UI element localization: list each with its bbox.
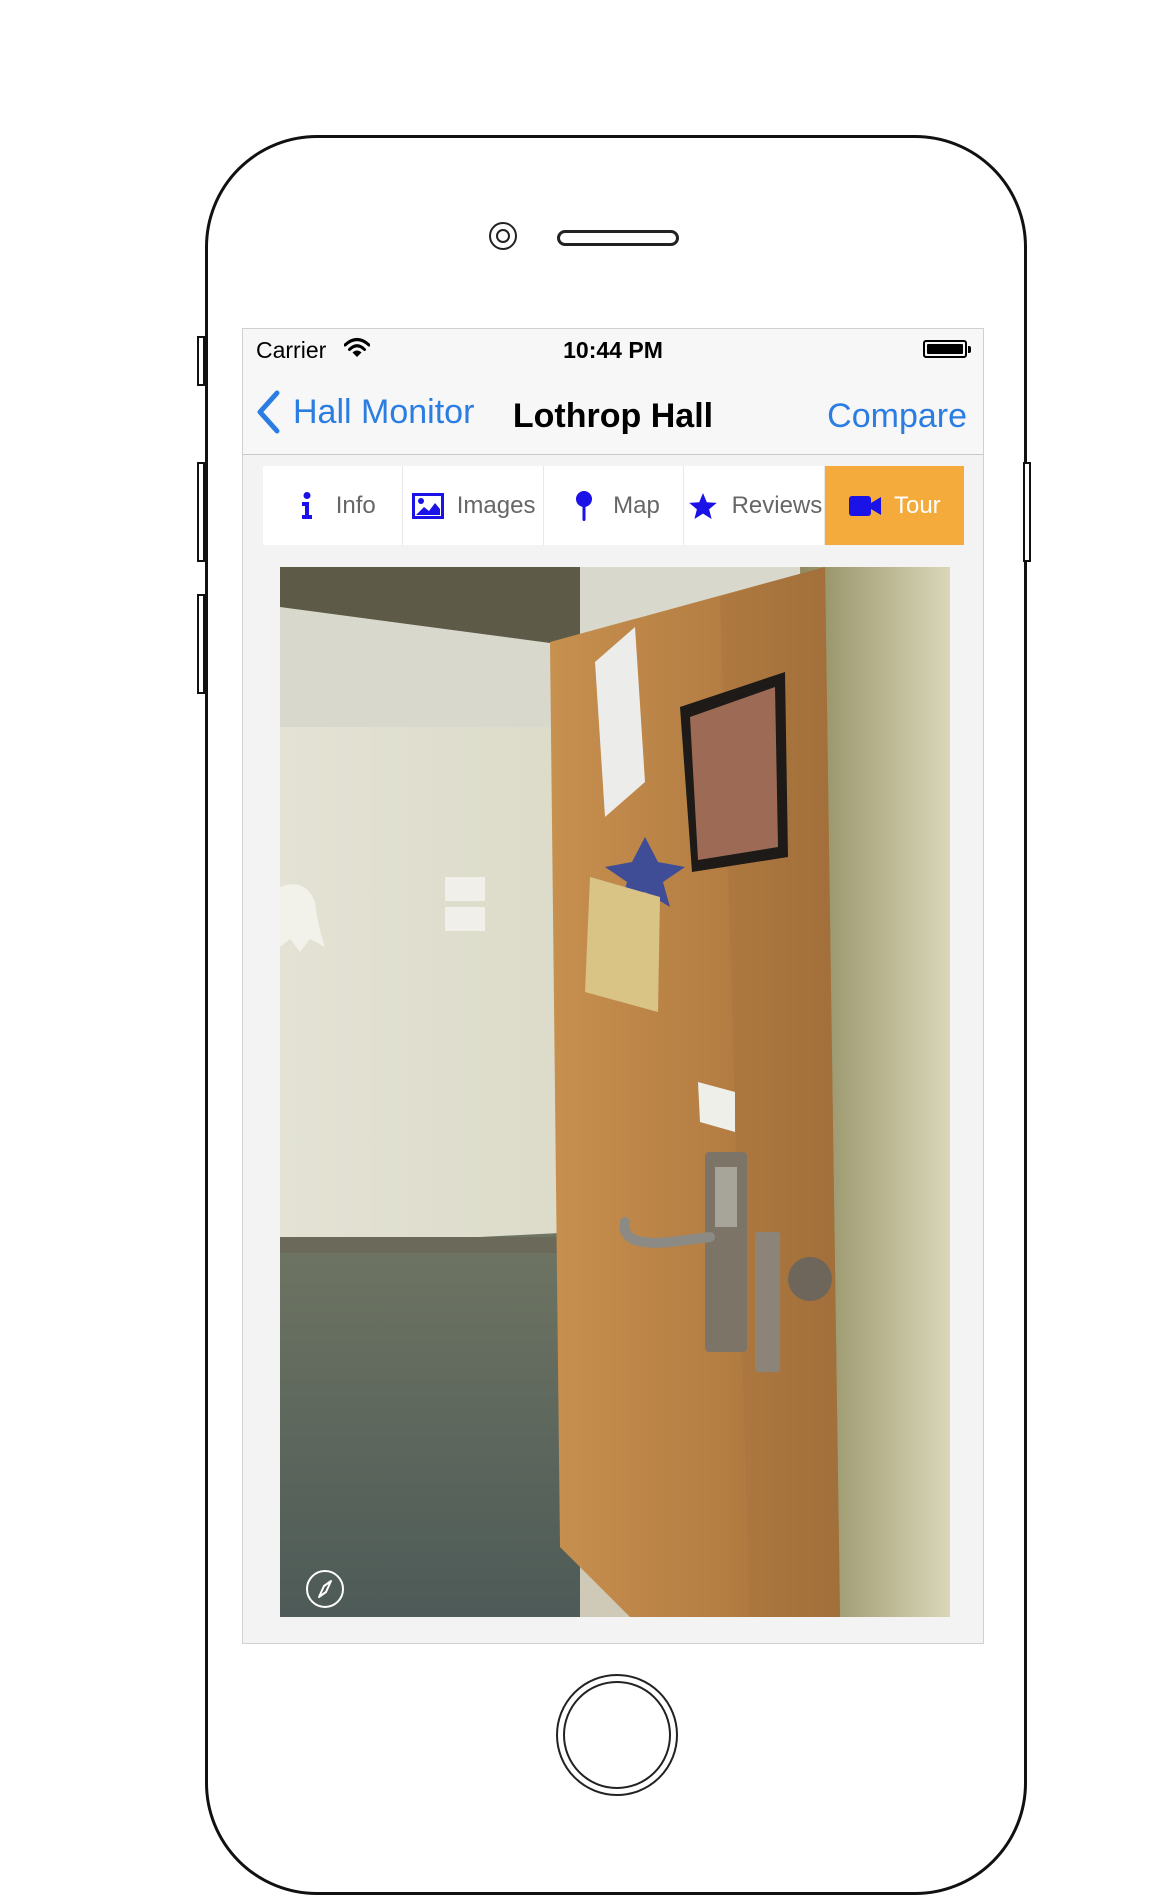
- tab-tour-label: Tour: [893, 491, 941, 519]
- status-bar: Carrier 10:44 PM: [243, 329, 983, 369]
- tab-images[interactable]: Images: [403, 466, 544, 545]
- back-button[interactable]: Hall Monitor: [255, 389, 474, 435]
- image-icon: [411, 491, 445, 521]
- back-button-label: Hall Monitor: [293, 392, 475, 431]
- tab-reviews-label: Reviews: [731, 491, 823, 519]
- battery-icon: [923, 340, 971, 358]
- tab-info-label: Info: [335, 491, 376, 519]
- star-icon: [686, 491, 720, 521]
- tab-reviews[interactable]: Reviews: [684, 466, 825, 545]
- panorama-image: [280, 567, 950, 1617]
- phone-power-button: [1023, 462, 1031, 562]
- app-screen: Carrier 10:44 PM Hall Monitor Lothrop Ha…: [242, 328, 984, 1644]
- compass-icon[interactable]: [306, 1570, 344, 1608]
- phone-volume-down: [197, 594, 205, 694]
- map-pin-icon: [567, 490, 601, 521]
- info-icon: [290, 491, 324, 521]
- video-camera-icon: [848, 491, 882, 521]
- tab-info[interactable]: Info: [263, 466, 404, 545]
- tab-tour[interactable]: Tour: [824, 466, 965, 545]
- earpiece-speaker: [557, 230, 679, 246]
- phone-volume-up: [197, 462, 205, 562]
- segmented-tab-bar: Info Images Map Reviews Tour: [263, 466, 965, 545]
- navigation-bar: Hall Monitor Lothrop Hall Compare: [243, 369, 983, 455]
- tab-images-label: Images: [456, 491, 536, 519]
- front-camera: [489, 222, 517, 250]
- compare-button[interactable]: Compare: [827, 397, 967, 436]
- chevron-left-icon: [257, 390, 280, 434]
- tab-map-label: Map: [613, 491, 660, 519]
- phone-mute-switch: [197, 336, 205, 386]
- status-time: 10:44 PM: [563, 337, 663, 363]
- tour-panorama-view[interactable]: [280, 567, 950, 1617]
- home-button[interactable]: [556, 1674, 678, 1796]
- tab-map[interactable]: Map: [544, 466, 685, 545]
